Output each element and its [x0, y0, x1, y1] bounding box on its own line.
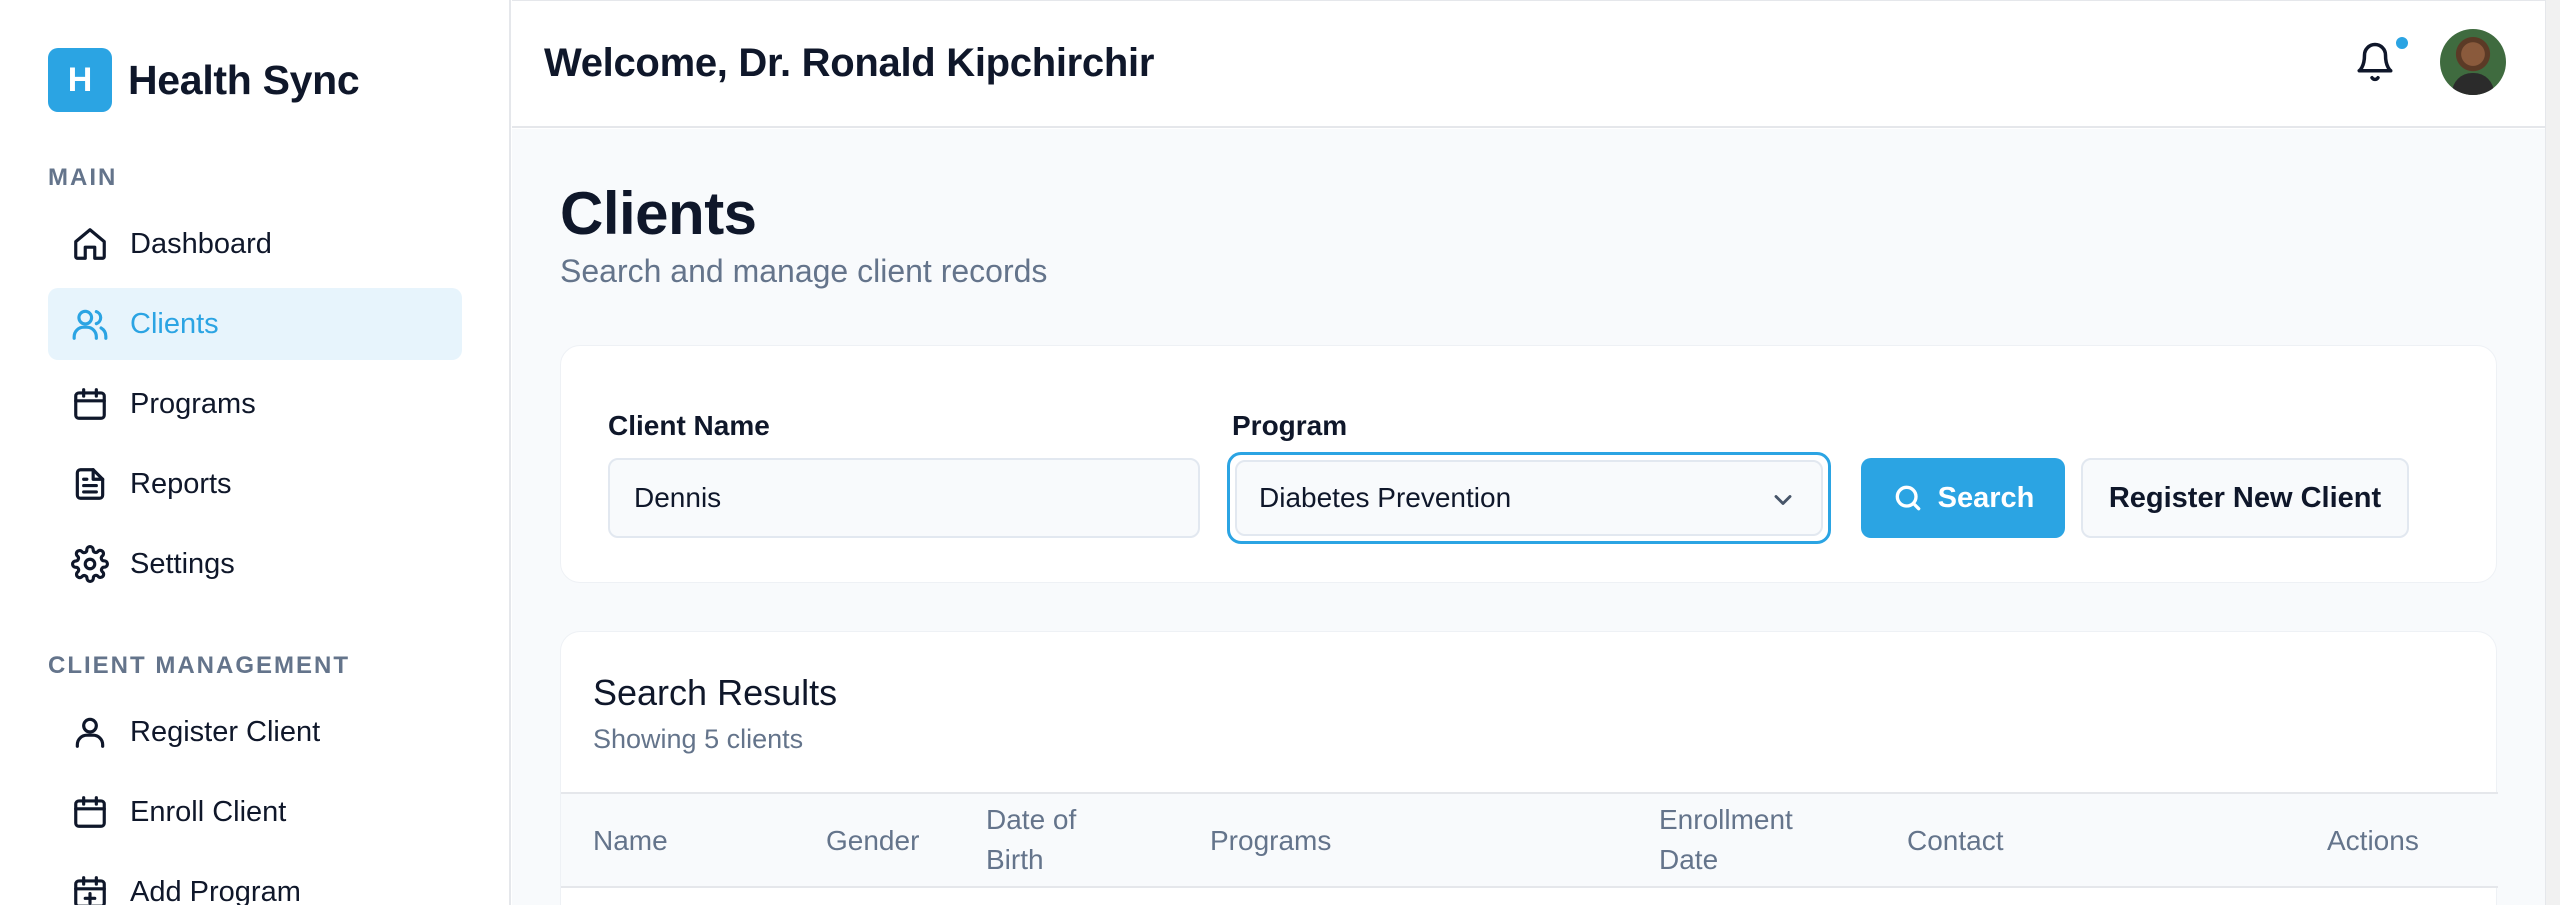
sidebar-item-label: Register Client: [130, 715, 321, 748]
register-button-label: Register New Client: [2108, 481, 2382, 514]
sidebar-item-clients[interactable]: Clients: [48, 288, 462, 360]
nav-section-client-management: CLIENT MANAGEMENT: [48, 652, 350, 679]
brand-logo: H: [48, 48, 112, 112]
program-select-value: Diabetes Prevention: [1259, 482, 1512, 513]
sidebar-item-label: Enroll Client: [130, 795, 287, 828]
sidebar-item-settings[interactable]: Settings: [48, 528, 462, 600]
sidebar-item-register-client[interactable]: Register Client: [48, 696, 462, 768]
sidebar-item-programs[interactable]: Programs: [48, 368, 462, 440]
search-icon: [1895, 485, 1920, 511]
sidebar-item-label: Dashboard: [130, 227, 272, 260]
search-button[interactable]: Search: [1861, 458, 2065, 538]
welcome-message: Welcome, Dr. Ronald Kipchirchir: [544, 41, 1155, 85]
sidebar-item-label: Programs: [130, 387, 256, 420]
calendar-icon: [70, 384, 110, 424]
sidebar-item-dashboard[interactable]: Dashboard: [48, 208, 462, 280]
main-content: Clients Search and manage client records…: [512, 129, 2545, 905]
results-title: Search Results: [593, 672, 838, 713]
brand-name: Health Sync: [128, 56, 360, 103]
program-label: Program: [1232, 410, 1348, 441]
brand[interactable]: H Health Sync: [48, 48, 360, 112]
column-header-name[interactable]: Name: [593, 821, 668, 861]
sidebar-item-label: Reports: [130, 467, 232, 500]
document-icon: [70, 464, 110, 504]
register-new-client-button[interactable]: Register New Client: [2081, 458, 2409, 538]
client-name-label: Client Name: [608, 410, 770, 441]
column-header-date-of-birth[interactable]: Date of Birth: [986, 800, 1106, 880]
page-title: Clients: [560, 180, 757, 247]
column-header-contact[interactable]: Contact: [1907, 821, 2004, 861]
sidebar: H Health Sync MAIN Dashboard Clients Pro…: [0, 0, 511, 905]
results-count: Showing 5 clients: [593, 724, 804, 754]
app-root: H Health Sync MAIN Dashboard Clients Pro…: [0, 0, 2560, 905]
results-card: Search Results Showing 5 clients Name Ge…: [560, 631, 2498, 905]
table-header: Name Gender Date of Birth Programs Enrol…: [561, 792, 2498, 888]
users-icon: [70, 304, 110, 344]
search-card: Client Name Program Diabetes Prevention …: [560, 345, 2497, 583]
home-icon: [70, 224, 110, 264]
page-subtitle: Search and manage client records: [560, 253, 1048, 289]
calendar-icon: [70, 792, 110, 832]
notifications-button[interactable]: [2354, 41, 2398, 87]
program-select[interactable]: Diabetes Prevention: [1227, 452, 1831, 544]
sidebar-item-add-program[interactable]: Add Program: [48, 856, 462, 905]
sidebar-item-enroll-client[interactable]: Enroll Client: [48, 776, 462, 848]
user-icon: [70, 712, 110, 752]
chevron-down-icon: [1769, 486, 1797, 514]
column-header-enrollment-date[interactable]: Enrollment Date: [1659, 800, 1819, 880]
program-select-field[interactable]: Diabetes Prevention: [1235, 460, 1823, 536]
nav-section-main: MAIN: [48, 164, 118, 191]
top-header: Welcome, Dr. Ronald Kipchirchir: [512, 0, 2545, 128]
sidebar-item-label: Clients: [130, 307, 219, 340]
scrollbar[interactable]: [2545, 0, 2560, 905]
column-header-gender[interactable]: Gender: [826, 821, 919, 861]
calendar-plus-icon: [70, 872, 110, 905]
bell-icon: [2357, 42, 2393, 82]
search-button-label: Search: [1937, 481, 2035, 514]
column-header-programs[interactable]: Programs: [1210, 821, 1331, 861]
notification-badge: [2394, 35, 2410, 51]
sidebar-item-reports[interactable]: Reports: [48, 448, 462, 520]
sidebar-item-label: Settings: [130, 547, 235, 580]
sidebar-item-label: Add Program: [130, 875, 301, 905]
client-name-input[interactable]: [608, 458, 1200, 538]
column-header-actions[interactable]: Actions: [2327, 821, 2419, 861]
user-avatar[interactable]: [2440, 29, 2506, 95]
gear-icon: [70, 544, 110, 584]
